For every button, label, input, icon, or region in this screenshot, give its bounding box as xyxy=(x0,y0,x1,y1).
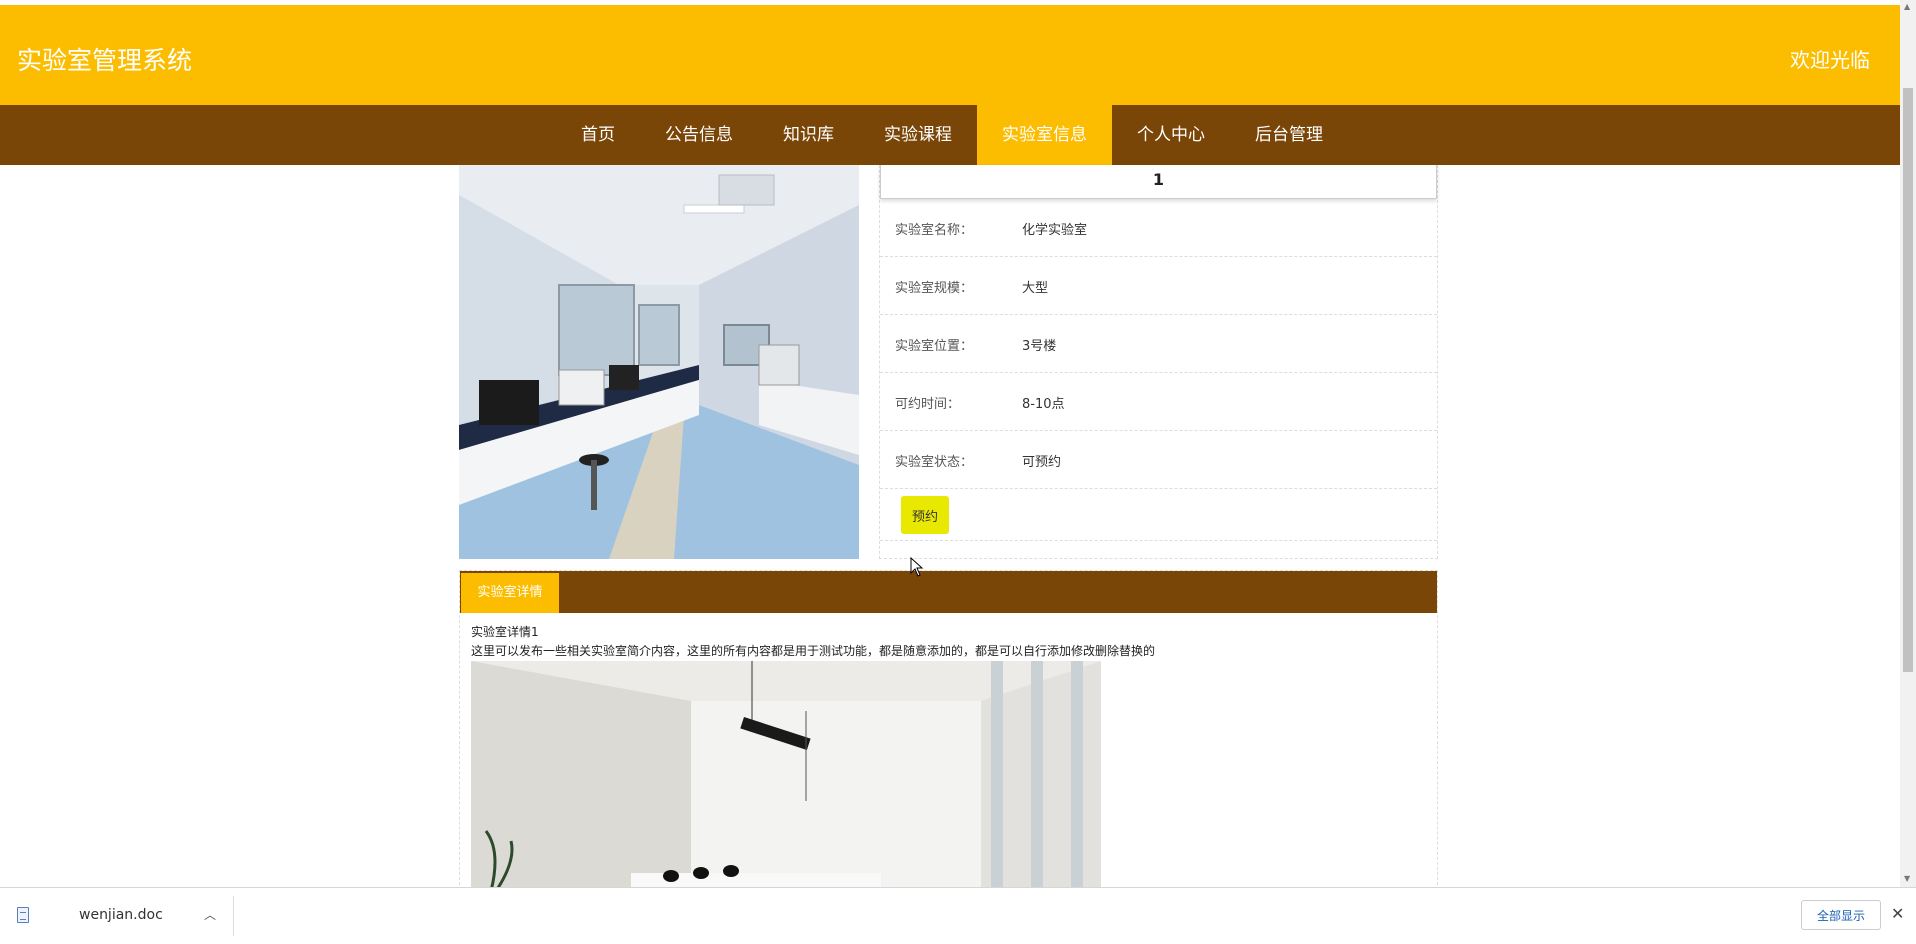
lab-photo xyxy=(459,165,859,559)
detail-label: 实验室名称： xyxy=(895,223,974,238)
scroll-thumb[interactable] xyxy=(1903,88,1913,672)
nav-item-personal-center[interactable]: 个人中心 xyxy=(1112,105,1230,165)
details-tab-bar: 实验室详情 xyxy=(460,571,1437,613)
details-photo xyxy=(471,661,1101,891)
nav-item-admin[interactable]: 后台管理 xyxy=(1230,105,1348,165)
main-nav: 首页 公告信息 知识库 实验课程 实验室信息 个人中心 后台管理 xyxy=(0,105,1900,165)
detail-row-scale: 实验室规模： 大型 xyxy=(880,257,1437,315)
show-all-button[interactable]: 全部显示 xyxy=(1801,900,1881,930)
scroll-down-icon[interactable]: ▼ xyxy=(1904,874,1910,883)
details-title: 实验室详情1 xyxy=(471,625,539,639)
nav-item-lab-courses[interactable]: 实验课程 xyxy=(859,105,977,165)
download-file-name[interactable]: wenjian.doc xyxy=(79,907,163,923)
lab-details-section: 实验室详情 实验室详情1 这里可以发布一些相关实验室简介内容，这里的所有内容都是… xyxy=(459,570,1438,891)
detail-label: 实验室位置： xyxy=(895,339,974,354)
reserve-button[interactable]: 预约 xyxy=(901,496,949,534)
detail-row-name: 实验室名称： 化学实验室 xyxy=(880,199,1437,257)
nav-item-announcements[interactable]: 公告信息 xyxy=(640,105,758,165)
detail-row-location: 实验室位置： 3号楼 xyxy=(880,315,1437,373)
detail-label: 实验室状态： xyxy=(895,455,974,470)
detail-value: 3号楼 xyxy=(1022,339,1057,354)
detail-value: 8-10点 xyxy=(1022,397,1065,412)
nav-item-lab-info[interactable]: 实验室信息 xyxy=(977,105,1112,165)
welcome-text: 欢迎光临 xyxy=(1790,48,1870,72)
detail-label: 实验室规模： xyxy=(895,281,974,296)
nav-item-knowledge-base[interactable]: 知识库 xyxy=(758,105,859,165)
detail-value: 化学实验室 xyxy=(1022,223,1088,238)
detail-label: 可约时间： xyxy=(895,397,961,412)
detail-row-status: 实验室状态： 可预约 xyxy=(880,431,1437,489)
tab-lab-details[interactable]: 实验室详情 xyxy=(461,573,559,613)
site-title[interactable]: 实验室管理系统 xyxy=(17,41,192,77)
lab-detail-panel: 1 实验室名称： 化学实验室 实验室规模： 大型 实验室位置： 3号楼 可约时间… xyxy=(879,165,1438,559)
nav-item-home[interactable]: 首页 xyxy=(556,105,640,165)
detail-row-available-time: 可约时间： 8-10点 xyxy=(880,373,1437,431)
download-bar: wenjian.doc ︿ 全部显示 ✕ xyxy=(0,887,1916,944)
page-scrollbar[interactable]: ▲ ▼ xyxy=(1900,0,1916,887)
divider xyxy=(233,896,234,936)
close-icon[interactable]: ✕ xyxy=(1891,904,1904,923)
mouse-cursor-icon xyxy=(910,556,924,581)
chevron-up-icon[interactable]: ︿ xyxy=(204,906,216,923)
reserve-row: 预约 xyxy=(880,489,1437,541)
detail-value: 大型 xyxy=(1022,281,1049,296)
detail-value: 可预约 xyxy=(1022,455,1062,470)
scroll-up-icon[interactable]: ▲ xyxy=(1904,2,1910,11)
details-description: 这里可以发布一些相关实验室简介内容，这里的所有内容都是用于测试功能，都是随意添加… xyxy=(471,644,1156,658)
site-header: 实验室管理系统 欢迎光临 xyxy=(0,5,1900,105)
document-icon xyxy=(17,907,29,923)
lab-number: 1 xyxy=(880,165,1437,199)
